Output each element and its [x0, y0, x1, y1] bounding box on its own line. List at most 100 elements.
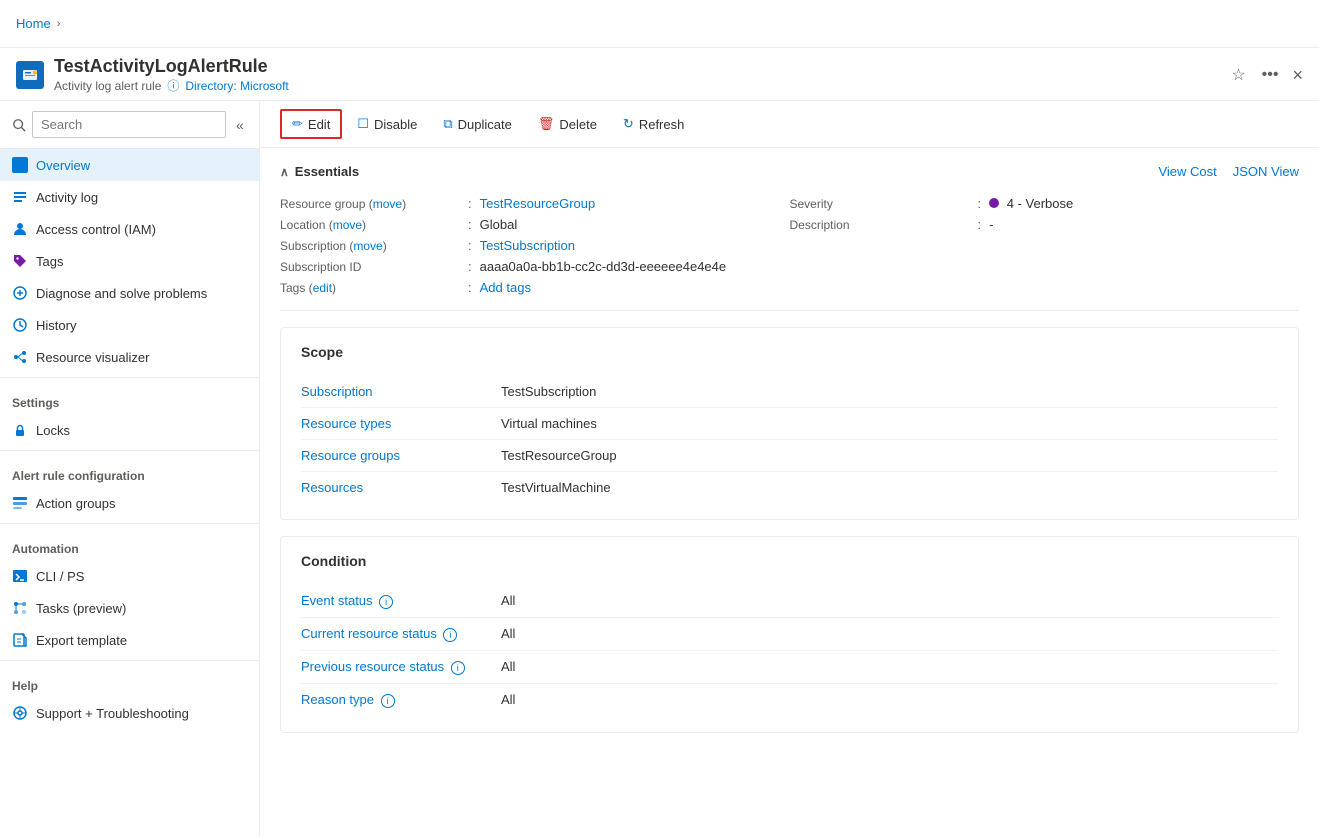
edit-icon: ✏: [292, 116, 303, 132]
content-body: ∧ Essentials View Cost JSON View: [260, 148, 1319, 749]
resource-group-move-link[interactable]: move: [373, 197, 402, 211]
description-key: Description: [790, 218, 970, 232]
scope-title: Scope: [301, 344, 1278, 360]
sidebar-item-tags[interactable]: Tags: [0, 245, 259, 277]
sidebar-item-label: Action groups: [36, 496, 116, 511]
scope-resource-groups-row: Resource groups TestResourceGroup: [301, 440, 1278, 472]
tags-edit-link[interactable]: edit: [313, 281, 332, 295]
close-button[interactable]: ×: [1292, 65, 1303, 86]
sidebar-item-action-groups[interactable]: Action groups: [0, 487, 259, 519]
condition-fields: Event status i All Current resource stat…: [301, 585, 1278, 716]
cli-icon: [12, 568, 28, 584]
top-bar: Home ›: [0, 0, 1319, 48]
event-status-info-icon[interactable]: i: [379, 595, 393, 609]
edit-button[interactable]: ✏ Edit: [280, 109, 342, 139]
current-resource-status-info-icon[interactable]: i: [443, 628, 457, 642]
directory-label: Directory: Microsoft: [185, 79, 288, 93]
view-cost-link[interactable]: View Cost: [1158, 164, 1216, 179]
duplicate-icon: ⧉: [443, 116, 452, 132]
search-input[interactable]: [32, 111, 226, 138]
scope-resource-types-label: Resource types: [301, 416, 501, 431]
condition-card: Condition Event status i All Current res…: [280, 536, 1299, 733]
resource-group-key: Resource group (move): [280, 197, 460, 211]
subscription-link[interactable]: TestSubscription: [480, 238, 575, 253]
alert-config-section-header: Alert rule configuration: [0, 455, 259, 487]
help-section-header: Help: [0, 665, 259, 697]
delete-button[interactable]: 🗑 Delete: [527, 110, 608, 138]
favorite-button[interactable]: ☆: [1227, 61, 1249, 89]
scope-fields: Subscription TestSubscription Resource t…: [301, 376, 1278, 503]
action-groups-icon: [12, 495, 28, 511]
essentials-left-col: Resource group (move) : TestResourceGrou…: [280, 193, 790, 298]
more-options-button[interactable]: •••: [1258, 62, 1283, 88]
sidebar-item-tasks-preview[interactable]: Tasks (preview): [0, 592, 259, 624]
main-layout: « Overview Activity log: [0, 101, 1319, 837]
description-value: -: [989, 217, 993, 232]
sidebar-item-label: CLI / PS: [36, 569, 84, 584]
sidebar-item-cli-ps[interactable]: CLI / PS: [0, 560, 259, 592]
sidebar-item-locks[interactable]: Locks: [0, 414, 259, 446]
breadcrumb-home[interactable]: Home: [16, 16, 51, 31]
resource-header: TestActivityLogAlertRule Activity log al…: [0, 48, 1319, 101]
sidebar-item-overview[interactable]: Overview: [0, 149, 259, 181]
sidebar-item-label: Tasks (preview): [36, 601, 126, 616]
scope-card: Scope Subscription TestSubscription Reso…: [280, 327, 1299, 520]
tags-key: Tags (edit): [280, 281, 460, 295]
sidebar: « Overview Activity log: [0, 101, 260, 837]
sidebar-divider-settings: [0, 377, 259, 378]
severity-dot: [989, 198, 999, 208]
subscription-move-link[interactable]: move: [353, 239, 382, 253]
locks-icon: [12, 422, 28, 438]
sidebar-item-diagnose[interactable]: Diagnose and solve problems: [0, 277, 259, 309]
history-icon: [12, 317, 28, 333]
resource-name: TestActivityLogAlertRule: [54, 56, 1217, 77]
tags-icon: [12, 253, 28, 269]
delete-icon: 🗑: [538, 116, 555, 132]
add-tags-link[interactable]: Add tags: [480, 280, 531, 295]
resource-group-value: TestResourceGroup: [480, 196, 596, 211]
resource-type-label: Activity log alert rule: [54, 79, 161, 93]
diagnose-icon: [12, 285, 28, 301]
event-status-value: All: [501, 593, 515, 608]
visualizer-icon: [12, 349, 28, 365]
refresh-button[interactable]: ↻ Refresh: [612, 110, 695, 138]
activity-log-icon: [12, 189, 28, 205]
resource-icon: [16, 61, 44, 89]
scope-subscription-row: Subscription TestSubscription: [301, 376, 1278, 408]
subscription-id-row: Subscription ID : aaaa0a0a-bb1b-cc2c-dd3…: [280, 256, 790, 277]
severity-key: Severity: [790, 197, 970, 211]
previous-resource-status-value: All: [501, 659, 515, 674]
sidebar-divider-help: [0, 660, 259, 661]
severity-row: Severity : 4 - Verbose: [790, 193, 1300, 214]
sidebar-item-resource-visualizer[interactable]: Resource visualizer: [0, 341, 259, 373]
reason-type-info-icon[interactable]: i: [381, 694, 395, 708]
sidebar-item-activity-log[interactable]: Activity log: [0, 181, 259, 213]
collapse-sidebar-button[interactable]: «: [232, 115, 248, 135]
essentials-collapse-button[interactable]: ∧: [280, 165, 289, 179]
previous-resource-status-info-icon[interactable]: i: [451, 661, 465, 675]
sidebar-item-support[interactable]: Support + Troubleshooting: [0, 697, 259, 729]
sidebar-item-history[interactable]: History: [0, 309, 259, 341]
sidebar-item-label: Tags: [36, 254, 63, 269]
disable-button[interactable]: ☐ Disable: [346, 110, 428, 138]
subscription-value: TestSubscription: [480, 238, 575, 253]
reason-type-row: Reason type i All: [301, 684, 1278, 716]
event-status-row: Event status i All: [301, 585, 1278, 618]
content-area: ✏ Edit ☐ Disable ⧉ Duplicate 🗑 Delete ↻: [260, 101, 1319, 837]
automation-section-header: Automation: [0, 528, 259, 560]
essentials-links: View Cost JSON View: [1158, 164, 1299, 179]
resource-group-link[interactable]: TestResourceGroup: [480, 196, 596, 211]
json-view-link[interactable]: JSON View: [1233, 164, 1299, 179]
sidebar-item-export-template[interactable]: Export template: [0, 624, 259, 656]
essentials-header: ∧ Essentials View Cost JSON View: [280, 164, 1299, 183]
location-move-link[interactable]: move: [333, 218, 362, 232]
refresh-icon: ↻: [623, 116, 634, 132]
sidebar-item-iam[interactable]: Access control (IAM): [0, 213, 259, 245]
sidebar-nav: Overview Activity log Access control (IA…: [0, 149, 259, 837]
duplicate-button[interactable]: ⧉ Duplicate: [432, 110, 523, 138]
export-icon: [12, 632, 28, 648]
current-resource-status-row: Current resource status i All: [301, 618, 1278, 651]
location-key: Location (move): [280, 218, 460, 232]
info-icon: ⓘ: [167, 77, 179, 94]
reason-type-value: All: [501, 692, 515, 707]
